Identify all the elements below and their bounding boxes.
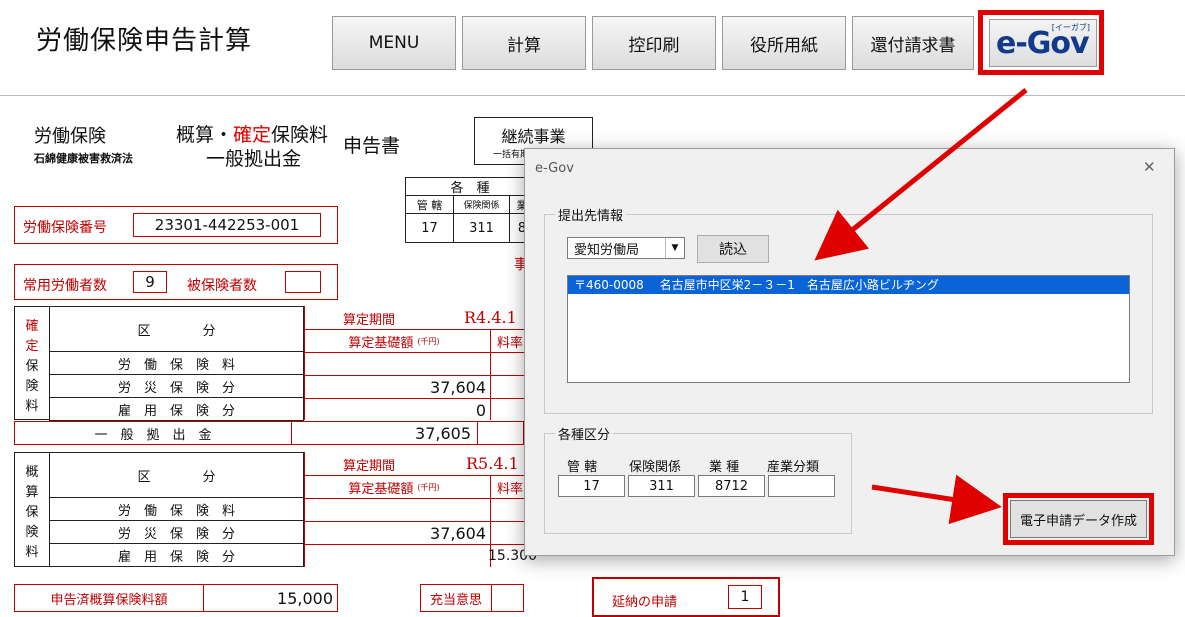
insurance-number-label: 労働保険番号 (23, 220, 107, 236)
confirmed-basis-label: 算定基礎額 (千円) (348, 335, 440, 351)
delay-application-row: 延納の申請 1 (592, 577, 780, 617)
egov-dialog: e-Gov ✕ 提出先情報 愛知労働局 ▼ 読込 〒460-0008 名古屋市中… (524, 148, 1175, 556)
general-contribution-value: 37,605 (415, 424, 471, 443)
confirmed-accident-value: 37,604 (430, 378, 486, 397)
refund-request-button[interactable]: 還付請求書 (852, 16, 974, 70)
estimated-side-text: 概算保険料 (25, 465, 39, 560)
insured-field[interactable] (285, 271, 321, 293)
dialog-title: e-Gov (535, 161, 574, 176)
workers-label: 常用労働者数 (23, 278, 107, 294)
egov-button-highlight[interactable]: e-Gov [イーガブ] (978, 10, 1104, 75)
declared-premium-row: 申告済概算保険料額 15,000 (14, 584, 338, 612)
estimated-accident-value: 37,604 (430, 524, 486, 543)
confirmed-period: R4.4.1 (464, 308, 517, 327)
kind-header-kankatsu: 管 轄 (567, 460, 598, 475)
dialog-close-icon[interactable]: ✕ (1143, 158, 1156, 176)
address-list[interactable]: 〒460-0008 名古屋市中区栄2－３－1 名古屋広小路ビルヂング (567, 275, 1130, 383)
office-form-button[interactable]: 役所用紙 (722, 16, 846, 70)
estimated-period-label: 算定期間 (342, 458, 395, 474)
confirmed-kubun-header: 区 分 (49, 306, 304, 352)
estimated-row-employment-label: 雇 用 保 険 分 (49, 544, 304, 567)
print-copy-button[interactable]: 控印刷 (592, 16, 716, 70)
form-title-left2: 石綿健康被害救済法 (34, 152, 133, 165)
chevron-down-icon: ▼ (665, 238, 684, 258)
allocation-label: 充当意思 (429, 592, 482, 608)
form-title-mid1: 概算・確定保険料 (176, 120, 328, 147)
estimated-period: R5.4.1 (466, 454, 519, 473)
kind-header-hoken: 保険関係 (629, 460, 682, 475)
form-title-confirm: 確定 (233, 124, 272, 146)
address-list-item[interactable]: 〒460-0008 名古屋市中区栄2－３－1 名古屋広小路ビルヂング (568, 276, 1129, 294)
submit-destination-title: 提出先情報 (555, 205, 627, 224)
type-col-hoken: 保険関係 (454, 196, 510, 214)
load-button[interactable]: 読込 (697, 235, 769, 263)
kind-header-gyoshu: 業 種 (709, 460, 740, 475)
business-type: 継続事業 (501, 127, 566, 146)
estimated-row-accident-label: 労 災 保 険 分 (49, 521, 304, 544)
type-col-kankatsu: 管 轄 (406, 196, 454, 214)
menu-button[interactable]: MENU (332, 16, 456, 70)
estimated-kubun-header: 区 分 (49, 452, 304, 498)
confirmed-employment-value: 0 (475, 401, 486, 420)
estimated-side: 概算保険料 (14, 452, 50, 567)
estimated-basis-label: 算定基礎額 (千円) (348, 481, 440, 497)
declared-premium-label: 申告済概算保険料額 (50, 592, 168, 608)
egov-logo: e-Gov [イーガブ] (989, 19, 1097, 67)
form-title-left1: 労働保険 (34, 126, 106, 147)
estimated-kubun-label: 区 分 (137, 469, 216, 485)
confirmed-kubun-label: 区 分 (137, 323, 216, 339)
kind-field-hoken[interactable]: 311 (628, 475, 695, 497)
delay-field[interactable]: 1 (728, 585, 762, 609)
type-table: 各 種 管 轄 保険関係 業 17 311 8 (405, 177, 535, 243)
form-title-mid2: 一般拠出金 (206, 148, 302, 170)
allocation-row: 充当意思 (420, 584, 524, 612)
confirmed-table: 確定 保険料 区 分 算定期間 R4.4.1 算定基礎額 (千円) 料率 労 働 … (14, 306, 524, 446)
kind-group: 各種区分 管 轄 保険関係 業 種 産業分類 17 311 8712 (544, 424, 852, 534)
confirmed-period-label: 算定期間 (342, 312, 395, 328)
submit-destination-group: 提出先情報 愛知労働局 ▼ 読込 〒460-0008 名古屋市中区栄2－３－1 … (544, 205, 1153, 414)
form-title-right: 申告書 (343, 135, 401, 157)
kind-field-sangyo[interactable] (768, 475, 835, 497)
create-data-button[interactable]: 電子申請データ作成 (1010, 500, 1147, 538)
app-title: 労働保険申告計算 (36, 26, 253, 56)
estimated-row-labor-label: 労 働 保 険 料 (49, 498, 304, 521)
bureau-select-value: 愛知労働局 (574, 242, 640, 258)
egov-logo-ruby: [イーガブ] (1051, 23, 1090, 32)
kind-header-sangyo: 産業分類 (767, 460, 820, 475)
insured-label: 被保険者数 (187, 278, 257, 294)
general-contribution-row: 一 般 拠 出 金 37,605 (14, 421, 524, 445)
calc-button[interactable]: 計算 (462, 16, 586, 70)
general-contribution-label: 一 般 拠 出 金 (94, 427, 212, 443)
confirmed-row-accident-label: 労 災 保 険 分 (49, 375, 304, 398)
workers-row: 常用労働者数 9 被保険者数 (14, 264, 338, 300)
type-table-header: 各 種 (406, 178, 534, 196)
type-val-kankatsu: 17 (406, 214, 454, 242)
declared-premium-value: 15,000 (277, 589, 333, 608)
form-title-estimate: 概算・ (176, 124, 234, 146)
insurance-number-row: 労働保険番号 23301-442253-001 (14, 206, 338, 244)
delay-label: 延納の申請 (612, 595, 678, 610)
type-val-hoken: 311 (454, 214, 510, 242)
confirmed-row-employment-label: 雇 用 保 険 分 (49, 398, 304, 421)
estimated-table: 概算保険料 区 分 算定期間 R5.4.1 算定基礎額 (千円) 料率 労 働 保… (14, 452, 537, 568)
form-title-premium: 保険料 (271, 124, 329, 146)
confirmed-side: 確定 保険料 (14, 306, 50, 420)
kind-group-title: 各種区分 (555, 424, 614, 443)
confirmed-row-labor-label: 労 働 保 険 料 (49, 352, 304, 375)
confirmed-side-text: 確定 保険料 (25, 319, 39, 414)
kind-field-gyoshu[interactable]: 8712 (698, 475, 765, 497)
kind-field-kankatsu[interactable]: 17 (558, 475, 625, 497)
bureau-select[interactable]: 愛知労働局 ▼ (567, 237, 685, 259)
header-divider (0, 95, 1185, 96)
create-data-button-highlight[interactable]: 電子申請データ作成 (1003, 493, 1154, 545)
workers-field[interactable]: 9 (133, 271, 167, 293)
insurance-number-field[interactable]: 23301-442253-001 (133, 213, 321, 237)
